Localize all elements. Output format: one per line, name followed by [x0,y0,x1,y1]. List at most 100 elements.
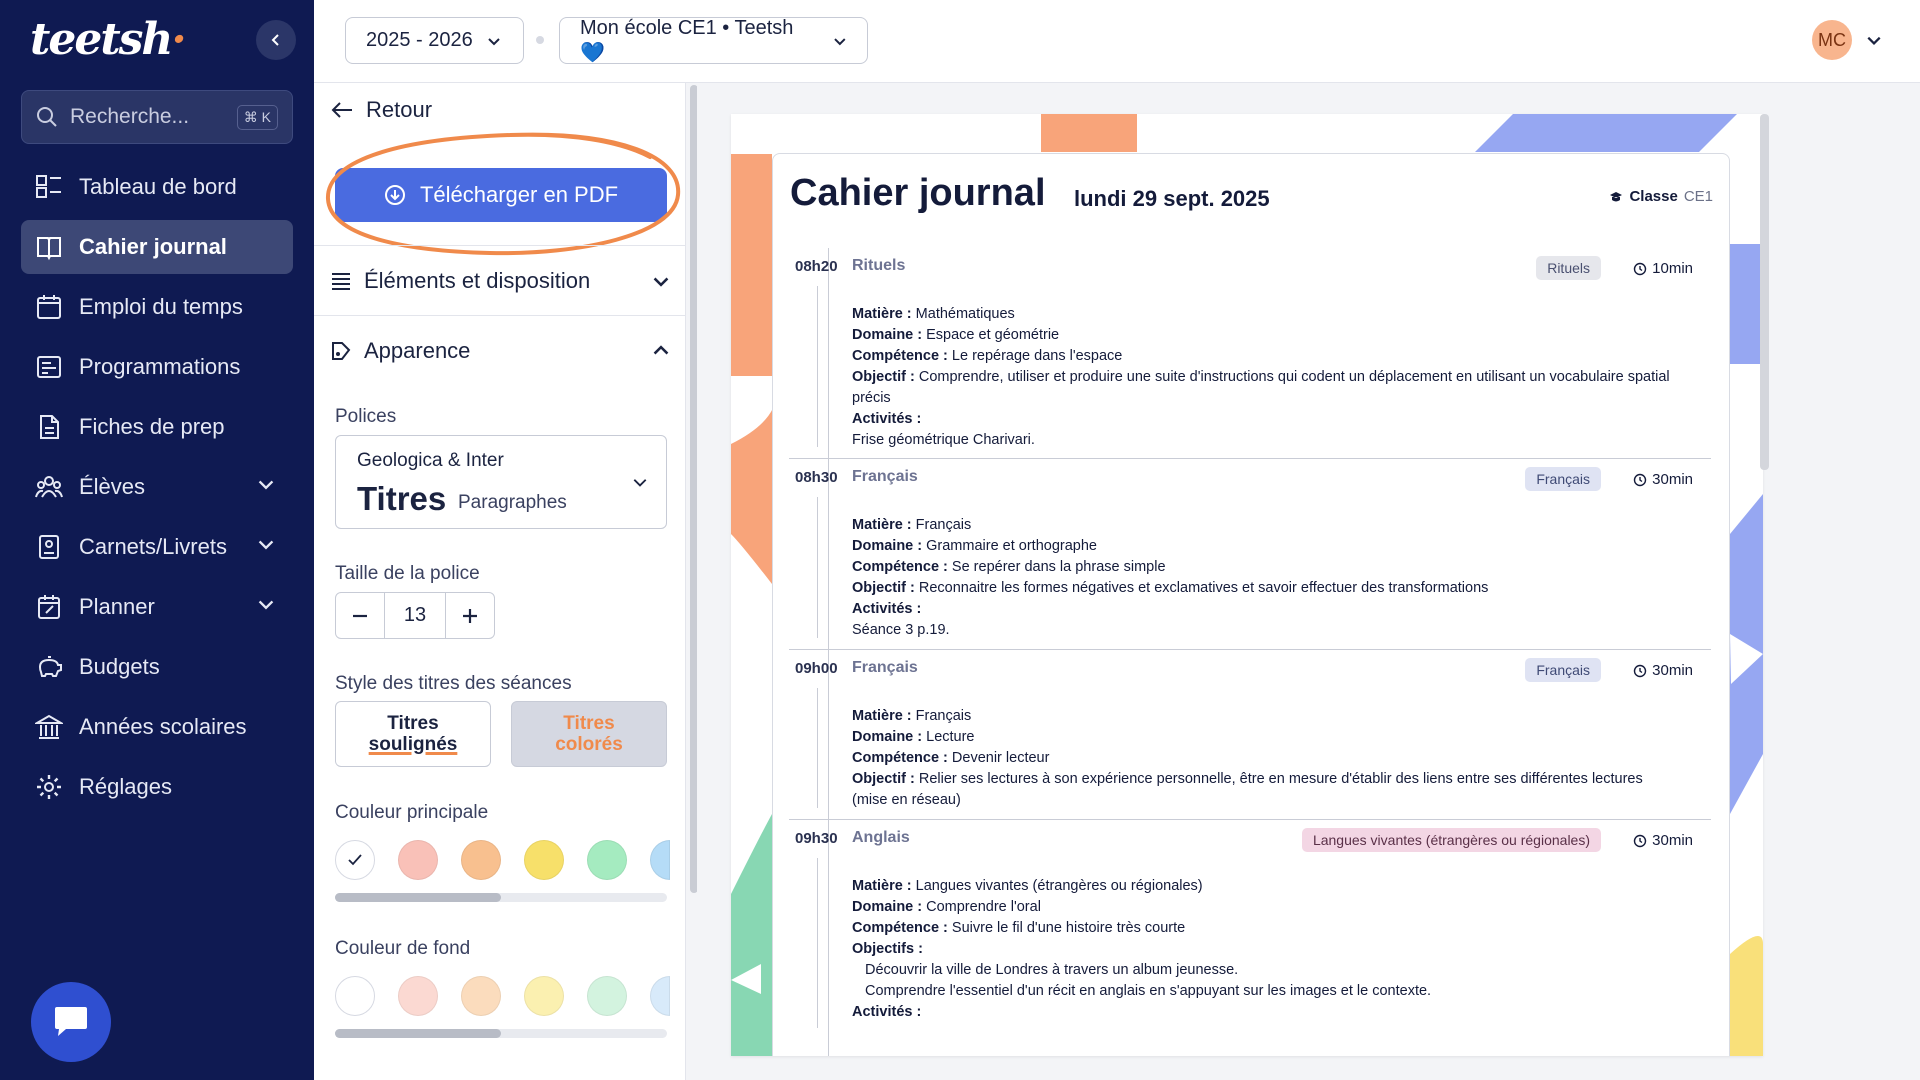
sidebar-item-reglages[interactable]: Réglages [21,760,293,814]
font-size-value[interactable]: 13 [384,593,446,638]
main-color-swatches [335,840,670,880]
school-building-icon [35,713,63,741]
chevron-down-icon [258,540,274,550]
section-appearance[interactable]: Apparence [314,315,685,385]
underlined-titles-line2: soulignés [368,734,458,755]
chevron-down-icon [258,600,274,610]
class-label: Classe [1629,188,1678,205]
color-swatch[interactable] [587,976,627,1016]
sidebar-item-budgets[interactable]: Budgets [21,640,293,694]
session-duration-value: 30min [1652,662,1693,679]
journal-card: Cahier journal lundi 29 sept. 2025 Class… [772,153,1730,1056]
color-swatch[interactable] [650,976,670,1016]
colored-titles-option[interactable]: Titres colorés [511,701,667,767]
session-field-value: Reconnaitre les formes négatives et excl… [918,580,1489,596]
session-duration-value: 30min [1652,471,1693,488]
sidebar-item-planner[interactable]: Planner [21,580,293,634]
increase-font-size-button[interactable] [446,593,494,638]
session-duration: 30min [1633,832,1693,849]
user-avatar[interactable]: MC [1812,20,1852,60]
session-field-value: Français [915,708,972,724]
chevron-down-icon[interactable] [1866,32,1882,48]
session-details: Matière : Français Domaine : Grammaire et… [852,515,1672,641]
underlined-titles-option[interactable]: Titres soulignés [335,701,491,767]
sidebar-item-cahier-journal[interactable]: Cahier journal [21,220,293,274]
colored-titles-line2: colorés [555,734,623,755]
sidebar-item-label: Carnets/Livrets [79,534,227,559]
main-color-scrollbar[interactable] [335,893,667,902]
programming-icon [35,353,63,381]
preview-scrollbar[interactable] [1760,114,1769,470]
session-details: Matière : Français Domaine : Lecture Compé… [852,706,1672,811]
teetsh-logo[interactable]: teetsh· [30,14,187,65]
colored-titles-line1: Titres [563,713,615,734]
session-duration: 30min [1633,662,1693,679]
session-field-value: Relier ses lectures à son expérience per… [852,771,1643,808]
document-preview: Cahier journal lundi 29 sept. 2025 Class… [731,114,1763,1056]
sidebar-item-programmations[interactable]: Programmations [21,340,293,394]
session-field-key: Activités : [852,1004,922,1020]
sidebar-item-eleves[interactable]: Élèves [21,460,293,514]
chevron-down-icon [633,479,647,487]
notebook-icon [35,533,63,561]
session-time: 09h30 [795,830,838,847]
session-stub-line [817,286,818,447]
session-field-key: Activités : [852,601,922,617]
color-swatch[interactable] [398,976,438,1016]
document-icon [35,413,63,441]
search-bar[interactable]: Recherche... ⌘ K [21,90,293,144]
back-button[interactable]: Retour [330,97,432,123]
download-pdf-button[interactable]: Télécharger en PDF [335,168,667,222]
top-bar: 2025 - 2026 Mon école CE1 • Teetsh 💙 MC [314,0,1920,83]
session-details: Matière : Mathématiques Domaine : Espace … [852,304,1672,451]
color-swatch[interactable] [524,840,564,880]
sidebar-item-carnets-livrets[interactable]: Carnets/Livrets [21,520,293,574]
download-circle-icon [384,185,405,205]
search-placeholder: Recherche... [70,105,190,128]
session-field-value: Français [915,517,972,533]
color-swatch[interactable] [461,840,501,880]
color-swatch[interactable] [398,840,438,880]
collapse-sidebar-button[interactable] [256,20,296,60]
graduation-cap-icon [1610,191,1623,201]
school-class-select[interactable]: Mon école CE1 • Teetsh 💙 [559,17,868,64]
chevron-down-icon [488,37,500,45]
color-swatch[interactable] [335,840,375,880]
sidebar-item-annees-scolaires[interactable]: Années scolaires [21,700,293,754]
session-field-value: Frise géométrique Charivari. [852,432,1035,448]
back-label: Retour [366,97,433,122]
section-elements-label: Éléments et disposition [364,267,591,293]
chat-support-button[interactable] [31,982,111,1062]
sidebar-item-label: Programmations [79,354,241,379]
gear-icon [35,773,63,801]
sidebar-item-emploi-du-temps[interactable]: Emploi du temps [21,280,293,334]
session-name: Français [852,659,918,676]
session-field-value: Grammaire et orthographe [926,538,1097,554]
session-field-value: Comprendre, utiliser et produire une sui… [852,369,1670,406]
font-family-value: Geologica & Inter [357,450,504,471]
session-stub-line [817,858,818,1028]
session-time: 09h00 [795,660,838,677]
color-swatch[interactable] [587,840,627,880]
font-select[interactable]: Geologica & Inter Titres Paragraphes [335,435,667,529]
session-block: 08h20 Rituels Rituels 10min Matière : Mathém… [789,248,1711,459]
session-name: Français [852,468,918,485]
session-field-value: Se repérer dans la phrase simple [951,559,1166,575]
font-size-label: Taille de la police [335,563,480,584]
background-color-scrollbar[interactable] [335,1029,667,1038]
color-swatch[interactable] [524,976,564,1016]
document-title: Cahier journal [790,172,1046,214]
color-swatch[interactable] [335,976,375,1016]
school-year-select[interactable]: 2025 - 2026 [345,17,524,64]
section-elements-layout[interactable]: Éléments et disposition [314,245,685,315]
sidebar-item-tableau-de-bord[interactable]: Tableau de bord [21,160,293,214]
chat-icon [55,1007,87,1036]
sidebar-item-fiches-de-prep[interactable]: Fiches de prep [21,400,293,454]
color-swatch[interactable] [650,840,670,880]
session-field-key: Compétence : [852,348,948,364]
session-field-value: Suivre le fil d'une histoire très courte [951,920,1186,936]
session-field-key: Domaine : [852,538,923,554]
clock-icon [1633,473,1647,486]
decrease-font-size-button[interactable] [336,593,384,638]
color-swatch[interactable] [461,976,501,1016]
